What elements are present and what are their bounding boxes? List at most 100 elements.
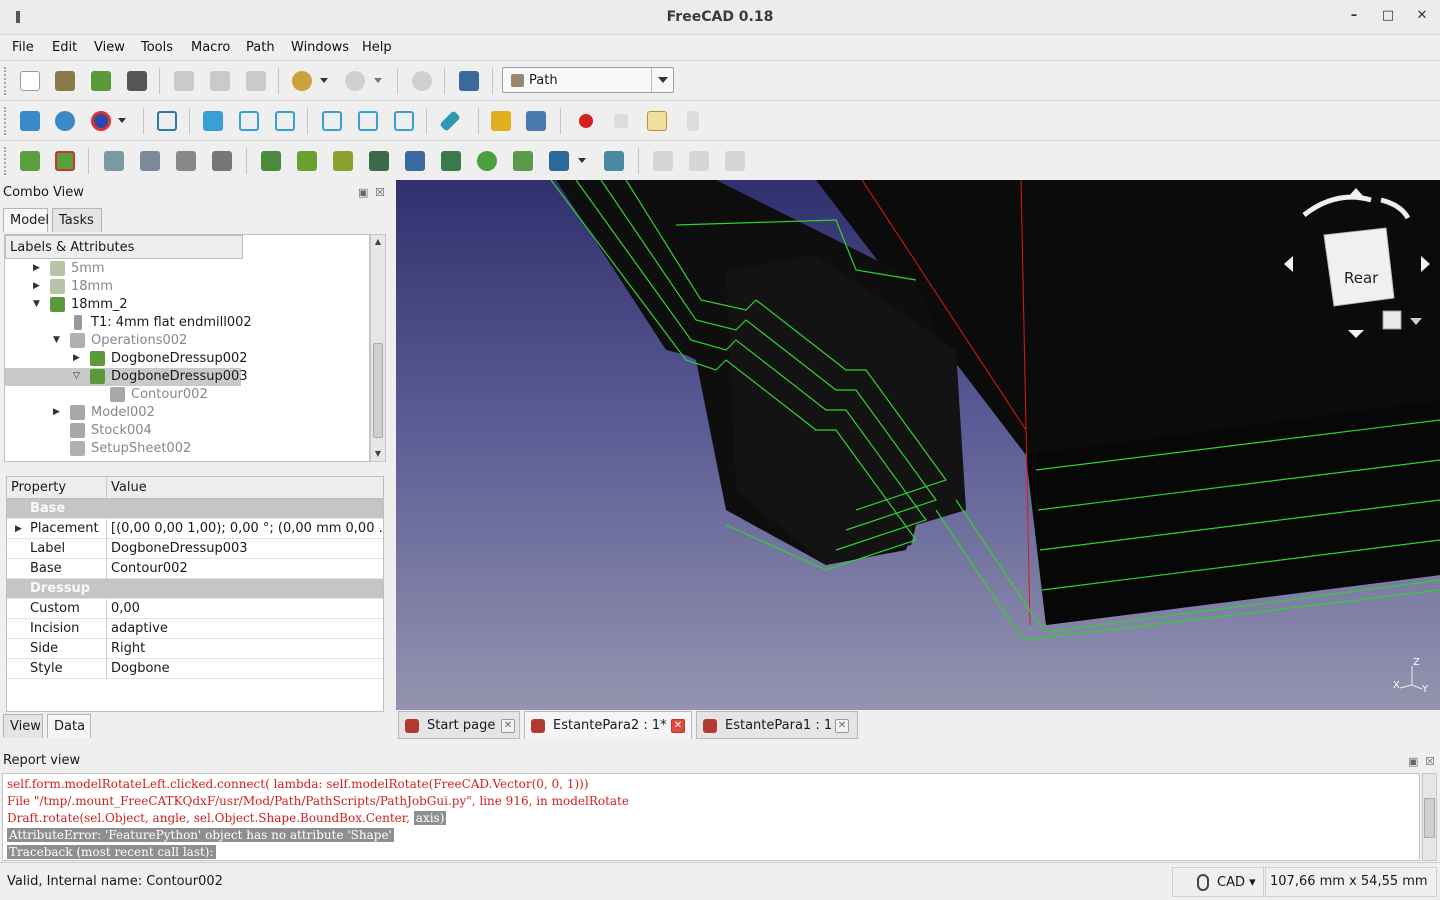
paste-button[interactable]	[243, 68, 269, 94]
tree-item[interactable]: ▶ 18mm	[5, 278, 369, 296]
property-row[interactable]: Style Dogbone	[7, 659, 383, 679]
expand-icon[interactable]: ▶	[53, 407, 63, 417]
menu-view[interactable]: View	[94, 40, 125, 55]
expand-icon[interactable]: ▶	[33, 281, 43, 291]
tree-item-selected[interactable]: ▽ DogboneDressup003	[5, 368, 248, 386]
macro-edit-button[interactable]	[644, 108, 670, 134]
path-post-process-button[interactable]	[52, 148, 78, 174]
property-row[interactable]: Base Contour002	[7, 559, 383, 579]
macro-record-button[interactable]	[573, 108, 599, 134]
rear-view-button[interactable]	[319, 108, 345, 134]
menu-path[interactable]: Path	[246, 40, 275, 55]
navcube-face[interactable]	[1323, 227, 1395, 307]
bottom-view-button[interactable]	[355, 108, 381, 134]
toolbar-handle[interactable]	[4, 107, 10, 135]
float-panel-icon[interactable]: ▣	[1408, 755, 1418, 768]
menu-tools[interactable]: Tools	[141, 40, 173, 55]
array-button[interactable]	[686, 148, 712, 174]
measure-distance-button[interactable]	[437, 108, 463, 134]
view-menu-cube-icon[interactable]	[1382, 310, 1402, 330]
tree-item[interactable]: Stock004	[5, 422, 369, 440]
property-editor[interactable]: Property Value Base ▶ Placement [(0,00 0…	[6, 476, 384, 712]
menu-edit[interactable]: Edit	[52, 40, 77, 55]
property-value[interactable]: Right	[106, 639, 383, 659]
path-sanity-button[interactable]	[173, 148, 199, 174]
tree-item[interactable]: ▼ 18mm_2	[5, 296, 369, 314]
close-tab-icon[interactable]: ✕	[671, 719, 685, 733]
shape-from-path-button[interactable]	[650, 148, 676, 174]
new-document-button[interactable]	[17, 68, 43, 94]
toolbar-handle[interactable]	[4, 67, 10, 95]
contour-button[interactable]	[330, 148, 356, 174]
engrave-button[interactable]	[510, 148, 536, 174]
create-group-button[interactable]	[523, 108, 549, 134]
navigation-style-selector[interactable]: CAD ▾	[1172, 867, 1264, 897]
scroll-thumb[interactable]	[1424, 798, 1435, 838]
property-row[interactable]: Label DogboneDressup003	[7, 539, 383, 559]
menu-help[interactable]: Help	[362, 40, 392, 55]
profile-edges-button[interactable]	[294, 148, 320, 174]
helix-button[interactable]	[474, 148, 500, 174]
scroll-up-icon[interactable]: ▲	[373, 237, 383, 247]
property-value[interactable]: DogboneDressup003	[106, 539, 383, 559]
macro-stop-button[interactable]	[608, 108, 634, 134]
expand-icon[interactable]: ▶	[33, 263, 43, 273]
property-value[interactable]: adaptive	[106, 619, 383, 639]
profile-faces-button[interactable]	[258, 148, 284, 174]
close-panel-icon[interactable]: ☒	[375, 186, 385, 199]
collapse-icon[interactable]: ▼	[53, 335, 63, 345]
tab-tasks[interactable]: Tasks	[52, 208, 102, 232]
path-simulator-button[interactable]	[137, 148, 163, 174]
float-panel-icon[interactable]: ▣	[358, 186, 368, 199]
property-value[interactable]: Dogbone	[106, 659, 383, 679]
draw-style-button[interactable]	[88, 108, 114, 134]
3d-viewport[interactable]: Rear Z X Y	[396, 180, 1440, 710]
scroll-thumb[interactable]	[373, 343, 383, 438]
model-tree[interactable]: Labels & Attributes ▶ 5mm ▶ 18mm ▼ 18mm_…	[4, 234, 370, 462]
redo-dropdown[interactable]	[372, 68, 386, 94]
expand-icon[interactable]: ▶	[73, 353, 83, 363]
refresh-button[interactable]	[409, 68, 435, 94]
top-view-button[interactable]	[236, 108, 262, 134]
collapse-icon[interactable]: ▽	[73, 371, 83, 381]
3d-ops-button[interactable]	[546, 148, 572, 174]
menu-windows[interactable]: Windows	[291, 40, 349, 55]
tree-column-header[interactable]: Labels & Attributes	[5, 235, 243, 259]
front-view-button[interactable]	[200, 108, 226, 134]
property-row[interactable]: Incision adaptive	[7, 619, 383, 639]
workbench-selector[interactable]: Path	[502, 67, 674, 93]
fit-all-button[interactable]	[17, 108, 43, 134]
close-tab-icon[interactable]: ✕	[501, 719, 515, 733]
doc-tab-estantepara1[interactable]: EstantePara1 : 1 ✕	[696, 711, 858, 739]
save-button[interactable]	[88, 68, 114, 94]
property-column-header[interactable]: Property	[7, 477, 107, 499]
close-button[interactable]: ✕	[1412, 8, 1432, 26]
pocket-button[interactable]	[366, 148, 392, 174]
property-value[interactable]: 0,00	[106, 599, 383, 619]
path-inspect-button[interactable]	[101, 148, 127, 174]
tree-item[interactable]: ▼ Operations002	[5, 332, 369, 350]
tab-view[interactable]: View	[3, 714, 43, 738]
path-export-button[interactable]	[209, 148, 235, 174]
mill-face-button[interactable]	[438, 148, 464, 174]
tree-item[interactable]: SetupSheet002	[5, 440, 369, 458]
toolbar-handle[interactable]	[4, 147, 10, 175]
tree-item[interactable]: T1: 4mm flat endmill002	[5, 314, 369, 332]
tab-data[interactable]: Data	[47, 714, 91, 738]
doc-tab-estantepara2[interactable]: EstantePara2 : 1* ✕	[524, 711, 692, 739]
undo-dropdown[interactable]	[318, 68, 332, 94]
report-scrollbar[interactable]	[1422, 773, 1437, 861]
copy-button[interactable]	[207, 68, 233, 94]
undo-button[interactable]	[289, 68, 315, 94]
left-view-button[interactable]	[391, 108, 417, 134]
value-column-header[interactable]: Value	[107, 477, 383, 499]
isometric-view-button[interactable]	[154, 108, 180, 134]
property-row[interactable]: ▶ Placement [(0,00 0,00 1,00); 0,00 °; (…	[7, 519, 383, 539]
tab-model[interactable]: Model	[3, 208, 49, 232]
fit-selection-button[interactable]	[52, 108, 78, 134]
property-row[interactable]: Custom 0,00	[7, 599, 383, 619]
minimize-button[interactable]: –	[1344, 8, 1364, 26]
redo-button[interactable]	[342, 68, 368, 94]
3d-scene[interactable]: Rear Z X Y	[396, 180, 1440, 710]
expand-icon[interactable]: ▶	[15, 524, 22, 534]
